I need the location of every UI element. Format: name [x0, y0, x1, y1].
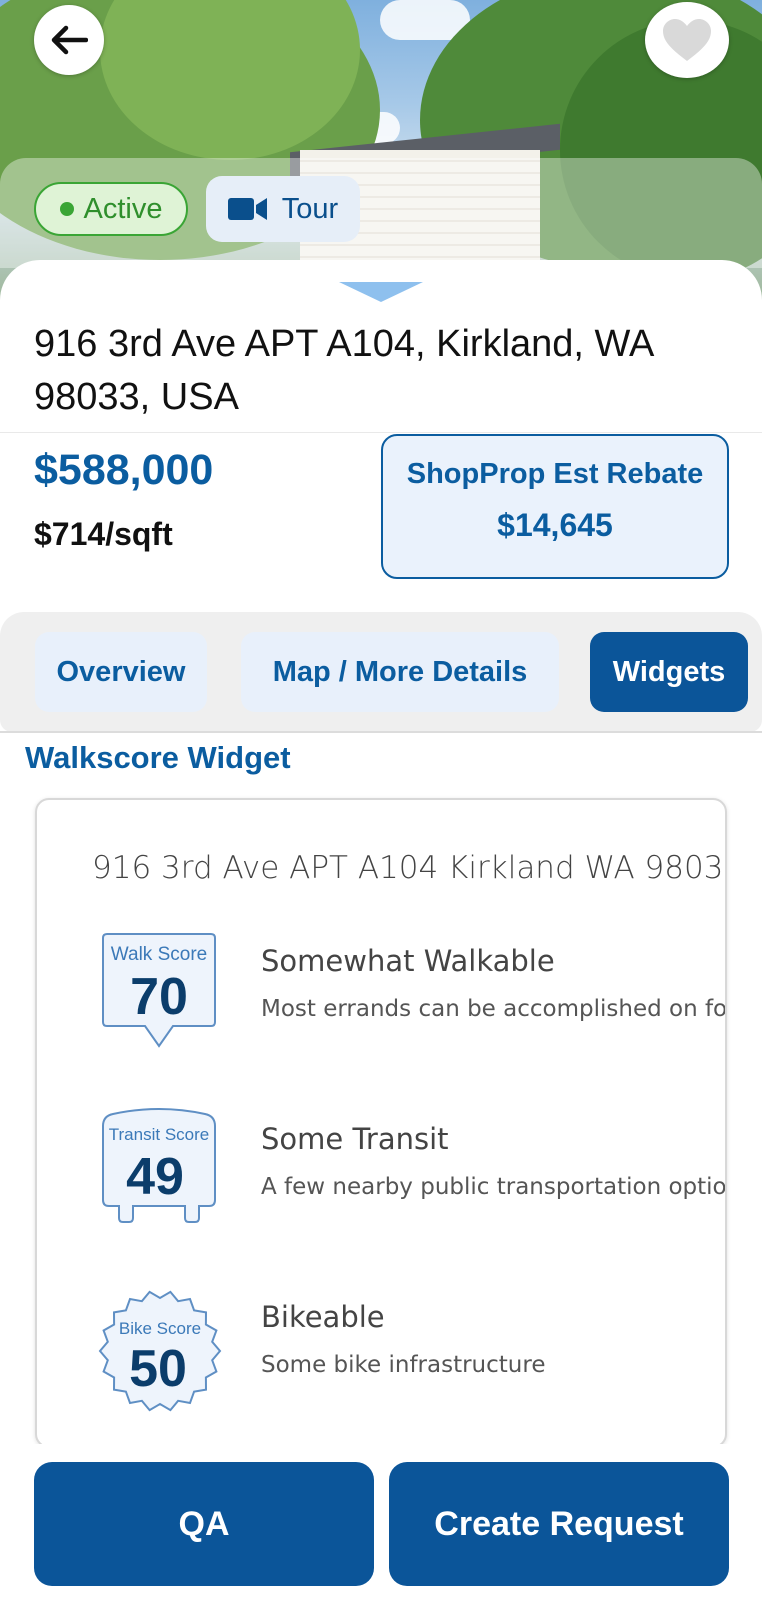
rebate-value: $14,645	[497, 507, 613, 543]
status-badge: Active	[34, 182, 188, 236]
favorite-button[interactable]	[645, 2, 729, 78]
widget-address: 916 3rd Ave APT A104 Kirkland WA 98033 U…	[92, 850, 727, 886]
qa-button[interactable]: QA	[34, 1462, 374, 1586]
tour-label: Tour	[281, 192, 339, 225]
widget-title: Walkscore Widget	[25, 740, 291, 775]
bike-score-description: Some bike infrastructure	[261, 1352, 546, 1378]
status-label: Active	[83, 192, 163, 225]
svg-text:Bike Score: Bike Score	[119, 1319, 201, 1338]
walk-score-description: Most errands can be accomplished on foot	[261, 996, 727, 1022]
tour-button[interactable]: Tour	[206, 176, 360, 242]
heart-icon	[663, 19, 711, 61]
transit-score-description: A few nearby public transportation optio…	[261, 1174, 727, 1200]
transit-score-badge: Transit Score 49	[102, 1108, 216, 1223]
walk-score-row[interactable]: Walk Score 70 Somewhat Walkable Most err…	[37, 930, 727, 1070]
svg-text:49: 49	[126, 1148, 184, 1206]
status-dot-icon	[59, 202, 74, 216]
transit-score-title: Some Transit	[261, 1122, 449, 1156]
tab-overview[interactable]: Overview	[35, 632, 207, 712]
property-address: 916 3rd Ave APT A104, Kirkland, WA 98033…	[34, 323, 653, 418]
video-camera-icon	[227, 198, 267, 220]
arrow-left-icon	[51, 25, 88, 55]
rebate-label: ShopProp Est Rebate	[406, 458, 704, 490]
tab-map-details[interactable]: Map / More Details	[241, 632, 559, 712]
bike-score-row[interactable]: Bike Score 50 Bikeable Some bike infrast…	[37, 1286, 725, 1426]
collapse-handle-icon[interactable]	[339, 282, 423, 302]
svg-text:50: 50	[129, 1340, 187, 1398]
svg-text:Walk Score: Walk Score	[111, 944, 207, 965]
rebate-card[interactable]: ShopProp Est Rebate $14,645	[381, 434, 729, 579]
bike-score-title: Bikeable	[261, 1300, 385, 1334]
listing-price: $588,000	[34, 446, 214, 494]
transit-score-row[interactable]: Transit Score 49 Some Transit A few near…	[37, 1108, 727, 1248]
divider	[0, 731, 762, 733]
walk-score-badge: Walk Score 70	[102, 933, 216, 1048]
bike-score-badge: Bike Score 50	[98, 1290, 222, 1412]
divider	[0, 432, 762, 433]
walk-score-title: Somewhat Walkable	[261, 944, 555, 978]
tab-widgets[interactable]: Widgets	[590, 632, 748, 712]
price-per-sqft: $714/sqft	[34, 516, 173, 552]
create-request-button[interactable]: Create Request	[389, 1462, 729, 1586]
walkscore-widget[interactable]: 916 3rd Ave APT A104 Kirkland WA 98033 U…	[35, 798, 727, 1448]
svg-text:70: 70	[130, 968, 188, 1026]
svg-text:Transit Score: Transit Score	[109, 1125, 209, 1144]
back-button[interactable]	[34, 5, 104, 75]
